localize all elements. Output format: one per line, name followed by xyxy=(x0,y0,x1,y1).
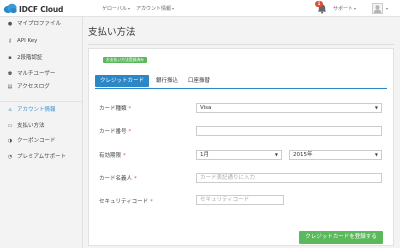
card-type-label-text: カード種類 xyxy=(99,106,127,112)
expiry-year-select[interactable]: 2015年 ▼ xyxy=(289,150,382,160)
sidebar-item-coupon[interactable]: ◑ クーポンコード xyxy=(6,137,80,146)
card-holder-label: カード名義人 * xyxy=(99,174,137,182)
avatar[interactable] xyxy=(372,3,383,14)
topnav-account-label: アカウント情報 xyxy=(136,6,172,12)
sidebar-item-payment[interactable]: ▭ 支払い方法 xyxy=(6,122,80,131)
chevron-down-icon: ▾ xyxy=(172,6,175,11)
support-icon: ◔ xyxy=(7,154,13,160)
expiry-year-value: 2015年 xyxy=(293,152,313,158)
main-content: 支払い方法 お支払い方法登録済み クレジットカード 銀行振込 口座振替 カード種… xyxy=(84,17,400,248)
sidebar-item-label: マイプロファイル xyxy=(17,21,62,27)
chevron-down-icon: ▾ xyxy=(127,6,130,11)
tab-credit-card[interactable]: クレジットカード xyxy=(95,75,150,87)
expiry-month-value: 1月 xyxy=(200,152,209,158)
register-card-button[interactable]: クレジットカードを登録する xyxy=(299,231,383,244)
sidebar-item-label: 支払い方法 xyxy=(17,123,45,129)
chevron-down-icon: ▼ xyxy=(274,152,278,157)
coupon-icon: ◑ xyxy=(7,138,13,144)
sidebar-item-premium-support[interactable]: ◔ プレミアムサポート xyxy=(6,153,80,162)
security-code-label-text: セキュリティコード xyxy=(99,199,149,205)
page-title: 支払い方法 xyxy=(88,27,136,38)
sidebar-item-label: マルチユーザー xyxy=(17,71,56,77)
card-type-label: カード種類 * xyxy=(99,104,131,112)
topnav-account[interactable]: アカウント情報▾ xyxy=(136,5,174,12)
notification-badge: 1 xyxy=(315,1,323,7)
users-icon: ⚉ xyxy=(7,71,13,77)
required-mark: * xyxy=(128,106,132,112)
security-code-field[interactable]: セキュリティコード xyxy=(196,195,284,205)
support-label: サポート xyxy=(333,6,354,12)
card-number-label: カード番号 * xyxy=(99,127,131,135)
chevron-down-icon: ▼ xyxy=(374,105,378,110)
card-holder-label-text: カード名義人 xyxy=(99,176,133,182)
card-type-select[interactable]: Visa ▼ xyxy=(196,103,382,113)
sidebar-item-label: アカウント情報 xyxy=(17,107,56,113)
tab-account-transfer[interactable]: 口座振替 xyxy=(188,75,210,87)
home-icon: ⌂ xyxy=(8,107,12,113)
topnav-global-label: ゲローバル xyxy=(102,6,127,12)
required-mark: * xyxy=(134,176,137,182)
sidebar-divider xyxy=(0,101,82,102)
sidebar-item-two-factor[interactable]: ▪ 2段階認証 xyxy=(6,54,80,63)
card-icon: ▭ xyxy=(7,123,13,129)
title-divider xyxy=(88,44,394,45)
chevron-down-icon[interactable]: ▾ xyxy=(386,6,388,11)
card-number-field[interactable] xyxy=(196,126,382,136)
chevron-down-icon: ▾ xyxy=(354,6,357,11)
payment-card-panel: お支払い方法登録済み クレジットカード 銀行振込 口座振替 カード種類 * Vis… xyxy=(88,48,394,246)
sidebar-item-access-log[interactable]: ▤ アクセスログ xyxy=(6,83,80,92)
card-type-value: Visa xyxy=(200,105,212,111)
expiry-label-text: 有効期限 xyxy=(99,153,122,159)
topnav-global[interactable]: ゲローバル▾ xyxy=(102,5,130,12)
sidebar-item-label: 2段階認証 xyxy=(17,55,43,61)
logo[interactable]: IDCF Cloud xyxy=(3,3,64,14)
required-mark: * xyxy=(128,129,132,135)
user-avatar-icon xyxy=(373,5,382,13)
sidebar-item-profile[interactable]: ● マイプロファイル xyxy=(6,20,80,29)
tab-underline xyxy=(95,88,387,89)
sidebar-item-label: アクセスログ xyxy=(17,84,50,90)
user-icon: ● xyxy=(7,21,13,27)
sidebar-item-label: クーポンコード xyxy=(17,138,56,144)
key-icon: ⚷ xyxy=(8,38,12,44)
expiry-month-select[interactable]: 1月 ▼ xyxy=(196,150,282,160)
tab-bank-transfer[interactable]: 銀行振込 xyxy=(156,75,178,87)
security-code-placeholder: セキュリティコード xyxy=(200,197,250,203)
sidebar: ● マイプロファイル ⚷ API Key ▪ 2段階認証 ⚉ マルチユーザー ▤ アクセス… xyxy=(0,17,83,248)
cloud-logo-icon xyxy=(3,3,17,14)
expiry-label: 有効期限 * xyxy=(99,151,126,159)
card-holder-field[interactable]: カード表記通りに入力 xyxy=(196,173,382,183)
security-code-label: セキュリティコード * xyxy=(99,197,153,205)
log-icon: ▤ xyxy=(7,84,13,90)
required-mark: * xyxy=(150,199,153,205)
support-menu[interactable]: サポート▾ xyxy=(333,5,356,12)
sidebar-item-label: API Key xyxy=(17,38,38,44)
status-badge: お支払い方法登録済み xyxy=(103,57,147,63)
lock-icon: ▪ xyxy=(8,55,12,61)
top-bar: IDCF Cloud ゲローバル▾ アカウント情報▾ 1 サポート▾ ▾ xyxy=(0,0,400,17)
logo-text: IDCF Cloud xyxy=(19,5,64,14)
sidebar-item-multi-user[interactable]: ⚉ マルチユーザー xyxy=(6,70,80,79)
sidebar-item-api-key[interactable]: ⚷ API Key xyxy=(6,37,80,46)
required-mark: * xyxy=(123,153,126,159)
card-holder-placeholder: カード表記通りに入力 xyxy=(200,175,256,181)
card-number-label-text: カード番号 xyxy=(99,129,127,135)
sidebar-item-label: プレミアムサポート xyxy=(17,154,67,160)
chevron-down-icon: ▼ xyxy=(374,152,378,157)
sidebar-item-account-info[interactable]: ⌂ アカウント情報 xyxy=(6,106,80,115)
